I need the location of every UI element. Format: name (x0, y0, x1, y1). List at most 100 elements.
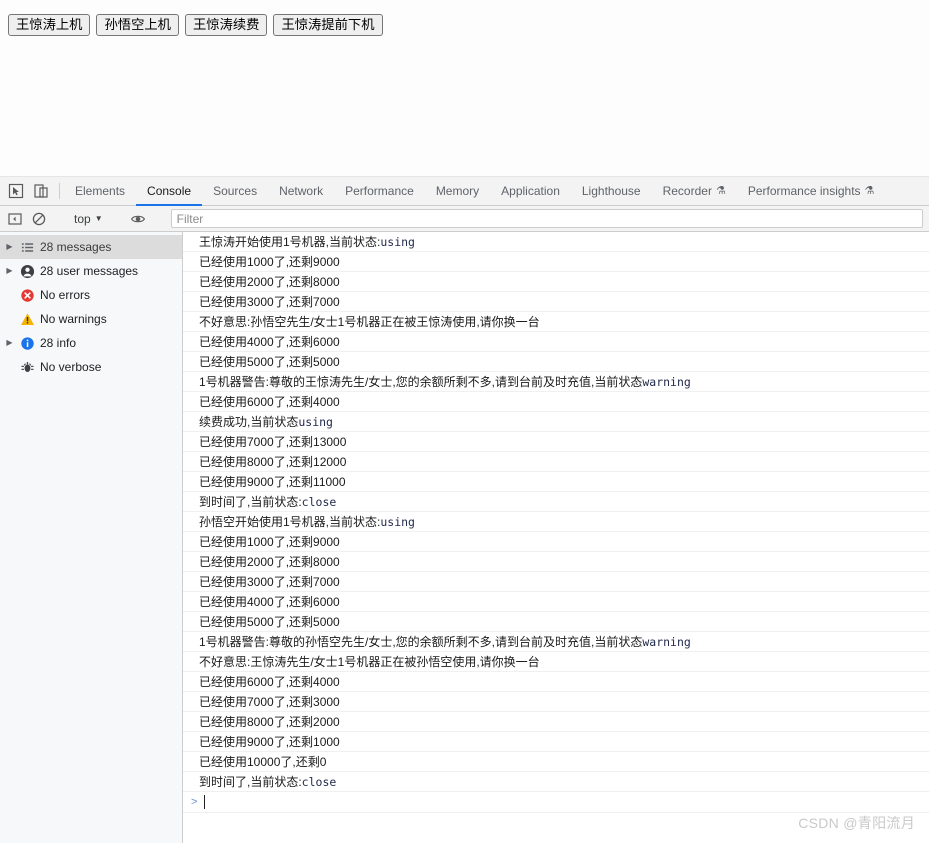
tab-label: Sources (213, 184, 258, 198)
sidebar-item-no-warnings[interactable]: ▶ No warnings (0, 307, 182, 331)
tab-label: Network (279, 184, 324, 198)
sunwukong-start-button[interactable]: 孙悟空上机 (96, 14, 179, 37)
tab-performance[interactable]: Performance (334, 177, 425, 205)
sidebar-item-label: 28 user messages (40, 264, 139, 278)
devtools-tool-icons (0, 177, 55, 205)
devtools-tabstrip: Elements Console Sources Network Performance… (0, 177, 929, 206)
console-message-text: 已经使用1000了,还剩9000 (199, 535, 340, 549)
console-message-state: close (301, 774, 337, 789)
wangjingtao-start-button[interactable]: 王惊涛上机 (8, 14, 91, 37)
execution-context-selector[interactable]: top ▼ (72, 212, 105, 226)
sidebar-item-no-errors[interactable]: ▶ No errors (0, 283, 182, 307)
live-expression-eye-icon[interactable] (130, 211, 146, 227)
console-message-text: 已经使用7000了,还剩3000 (199, 695, 340, 709)
sidebar-item-label: 28 messages (40, 240, 112, 254)
expand-triangle-icon[interactable]: ▶ (4, 243, 15, 251)
console-message: 已经使用3000了,还剩7000 (183, 572, 929, 592)
tab-console[interactable]: Console (136, 177, 203, 206)
expand-spacer: ▶ (4, 291, 15, 299)
tab-recorder[interactable]: Recorder ⚗ (652, 177, 737, 205)
console-message: 不好意思:孙悟空先生/女士1号机器正在被王惊涛使用,请你换一台 (183, 312, 929, 332)
chevron-down-icon: ▼ (94, 213, 103, 223)
console-prompt-caret (204, 795, 206, 809)
console-message-text: 王惊涛开始使用1号机器,当前状态: (199, 235, 381, 249)
inspect-element-icon[interactable] (8, 183, 24, 199)
console-message: 已经使用9000了,还剩11000 (183, 472, 929, 492)
sidebar-item-label: No verbose (40, 360, 102, 374)
console-message-state: using (380, 514, 415, 529)
clear-console-icon[interactable] (31, 211, 47, 227)
tab-memory[interactable]: Memory (425, 177, 490, 205)
tabstrip-divider (59, 183, 60, 199)
device-toolbar-icon[interactable] (33, 183, 49, 199)
expand-triangle-icon[interactable]: ▶ (4, 339, 15, 347)
warning-icon (20, 312, 35, 327)
verbose-icon (20, 360, 35, 375)
expand-triangle-icon[interactable]: ▶ (4, 267, 15, 275)
console-message: 已经使用6000了,还剩4000 (183, 392, 929, 412)
console-message-state: warning (642, 634, 691, 649)
info-icon (20, 336, 35, 351)
list-icon (20, 240, 35, 255)
tab-application[interactable]: Application (490, 177, 571, 205)
tab-label: Recorder (662, 184, 712, 198)
sidebar-item-no-verbose[interactable]: ▶ No verbose (0, 355, 182, 379)
console-filter-input[interactable] (170, 209, 923, 228)
console-message-text: 续费成功,当前状态 (199, 415, 299, 429)
tab-sources[interactable]: Sources (202, 177, 268, 205)
toggle-console-sidebar-icon[interactable] (7, 211, 23, 227)
console-message: 已经使用5000了,还剩5000 (183, 612, 929, 632)
console-message-text: 已经使用2000了,还剩8000 (199, 555, 340, 569)
console-message-text: 已经使用9000了,还剩1000 (199, 735, 340, 749)
experimental-flask-icon: ⚗ (864, 184, 875, 197)
console-message: 王惊涛开始使用1号机器,当前状态: using (183, 232, 929, 252)
sidebar-item-info[interactable]: ▶ 28 info (0, 331, 182, 355)
console-prompt-row[interactable]: > (183, 792, 929, 813)
console-message-text: 已经使用3000了,还剩7000 (199, 295, 340, 309)
console-message: 已经使用4000了,还剩6000 (183, 592, 929, 612)
console-message-state: using (298, 414, 333, 429)
wangjingtao-renew-button[interactable]: 王惊涛续费 (184, 14, 268, 37)
console-message: 到时间了,当前状态: close (183, 772, 929, 792)
console-message: 已经使用6000了,还剩4000 (183, 672, 929, 692)
execution-context-value: top (74, 211, 91, 226)
console-message: 不好意思:王惊涛先生/女士1号机器正在被孙悟空使用,请你换一台 (183, 652, 929, 672)
sidebar-item-label: No errors (40, 288, 91, 302)
sidebar-item-user-messages[interactable]: ▶ 28 user messages (0, 259, 182, 283)
console-message-text: 已经使用2000了,还剩8000 (199, 275, 340, 289)
console-message-text: 已经使用1000了,还剩9000 (199, 255, 340, 269)
console-message-text: 已经使用6000了,还剩4000 (199, 395, 340, 409)
devtools-tabs: Elements Console Sources Network Performance… (64, 177, 886, 206)
console-message: 已经使用4000了,还剩6000 (183, 332, 929, 352)
console-message-text: 已经使用6000了,还剩4000 (199, 675, 340, 689)
console-message-text: 已经使用8000了,还剩12000 (199, 455, 347, 469)
console-filter-bar: top ▼ (0, 206, 929, 232)
console-message: 续费成功,当前状态 using (183, 412, 929, 432)
console-message: 已经使用8000了,还剩2000 (183, 712, 929, 732)
tab-elements[interactable]: Elements (64, 177, 136, 205)
console-message-list[interactable]: 王惊涛开始使用1号机器,当前状态: using 已经使用1000了,还剩9000 已经… (183, 232, 929, 843)
sidebar-item-label: No warnings (40, 312, 107, 326)
tab-label: Memory (435, 184, 480, 198)
sidebar-item-messages[interactable]: ▶ 28 messages (0, 235, 182, 259)
expand-spacer: ▶ (4, 315, 15, 323)
console-message-text: 不好意思:王惊涛先生/女士1号机器正在被孙悟空使用,请你换一台 (199, 655, 540, 669)
console-message-text: 1号机器警告:尊敬的王惊涛先生/女士,您的余额所剩不多,请到台前及时充值,当前状… (199, 375, 643, 389)
console-message: 已经使用5000了,还剩5000 (183, 352, 929, 372)
console-message: 1号机器警告:尊敬的孙悟空先生/女士,您的余额所剩不多,请到台前及时充值,当前状… (183, 632, 929, 652)
wangjingtao-early-stop-button[interactable]: 王惊涛提前下机 (273, 14, 383, 37)
tab-performance-insights[interactable]: Performance insights ⚗ (737, 177, 886, 205)
error-icon (20, 288, 35, 303)
console-message-text: 1号机器警告:尊敬的孙悟空先生/女士,您的余额所剩不多,请到台前及时充值,当前状… (199, 635, 643, 649)
tab-label: Lighthouse (581, 184, 641, 198)
console-message: 已经使用1000了,还剩9000 (183, 252, 929, 272)
tab-lighthouse[interactable]: Lighthouse (571, 177, 652, 205)
console-message: 已经使用7000了,还剩3000 (183, 692, 929, 712)
prompt-arrow-icon: > (191, 795, 198, 808)
tab-network[interactable]: Network (268, 177, 334, 205)
expand-spacer: ▶ (4, 363, 15, 371)
console-message: 已经使用2000了,还剩8000 (183, 552, 929, 572)
console-message: 已经使用7000了,还剩13000 (183, 432, 929, 452)
console-message-text: 孙悟空开始使用1号机器,当前状态: (199, 515, 381, 529)
console-message-text: 不好意思:孙悟空先生/女士1号机器正在被王惊涛使用,请你换一台 (199, 315, 540, 329)
